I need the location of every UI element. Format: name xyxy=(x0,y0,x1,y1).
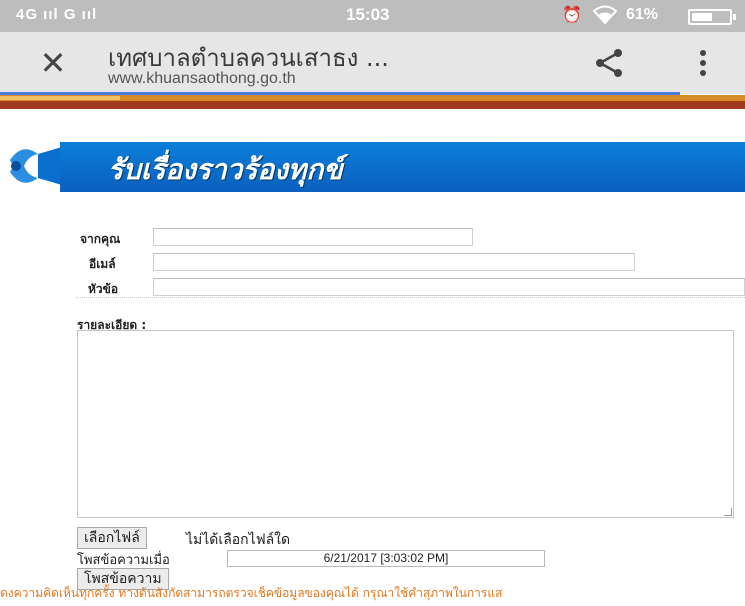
close-icon[interactable]: ✕ xyxy=(36,46,70,80)
footer-notice: ดงความคิดเห็นทุกครั้ง ทางต้นสังกัดสามารถ… xyxy=(0,586,503,600)
email-input[interactable] xyxy=(153,253,635,271)
form-divider xyxy=(76,297,745,298)
from-input[interactable] xyxy=(153,228,473,246)
posted-at-field: 6/21/2017 [3:03:02 PM] xyxy=(227,550,545,567)
header-strip-accent xyxy=(0,96,120,100)
choose-file-button[interactable]: เลือกไฟล์ xyxy=(77,527,147,549)
subject-input[interactable] xyxy=(153,278,745,296)
no-file-status: ไม่ได้เลือกไฟล์ใด xyxy=(186,532,291,548)
signal-indicator: 4G ııl G ııl xyxy=(16,6,98,23)
header-strip-dark xyxy=(0,101,745,109)
email-label: อีเมล์ xyxy=(89,257,116,271)
clock: 15:03 xyxy=(346,5,390,24)
posted-at-label: โพสข้อความเมื่อ xyxy=(77,553,170,568)
battery-icon xyxy=(688,9,736,25)
share-icon[interactable] xyxy=(594,46,624,80)
wifi-icon xyxy=(592,5,618,30)
battery-percent: 61% xyxy=(626,6,659,23)
page-url: www.khuansaothong.go.th xyxy=(108,70,296,87)
browser-toolbar: ✕ เทศบาลตำบลควนเสาธง ... www.khuansaotho… xyxy=(0,32,745,94)
resize-grip-icon[interactable] xyxy=(724,508,732,516)
from-label: จากคุณ xyxy=(80,232,121,246)
detail-textarea[interactable] xyxy=(77,330,734,518)
alarm-icon: ⏰ xyxy=(562,7,582,24)
more-menu-icon[interactable] xyxy=(694,48,712,78)
status-bar: 4G ııl G ııl 15:03 ⏰ 61% xyxy=(0,0,745,32)
section-title: รับเรื่องราวร้องทุกข์ xyxy=(108,153,343,186)
